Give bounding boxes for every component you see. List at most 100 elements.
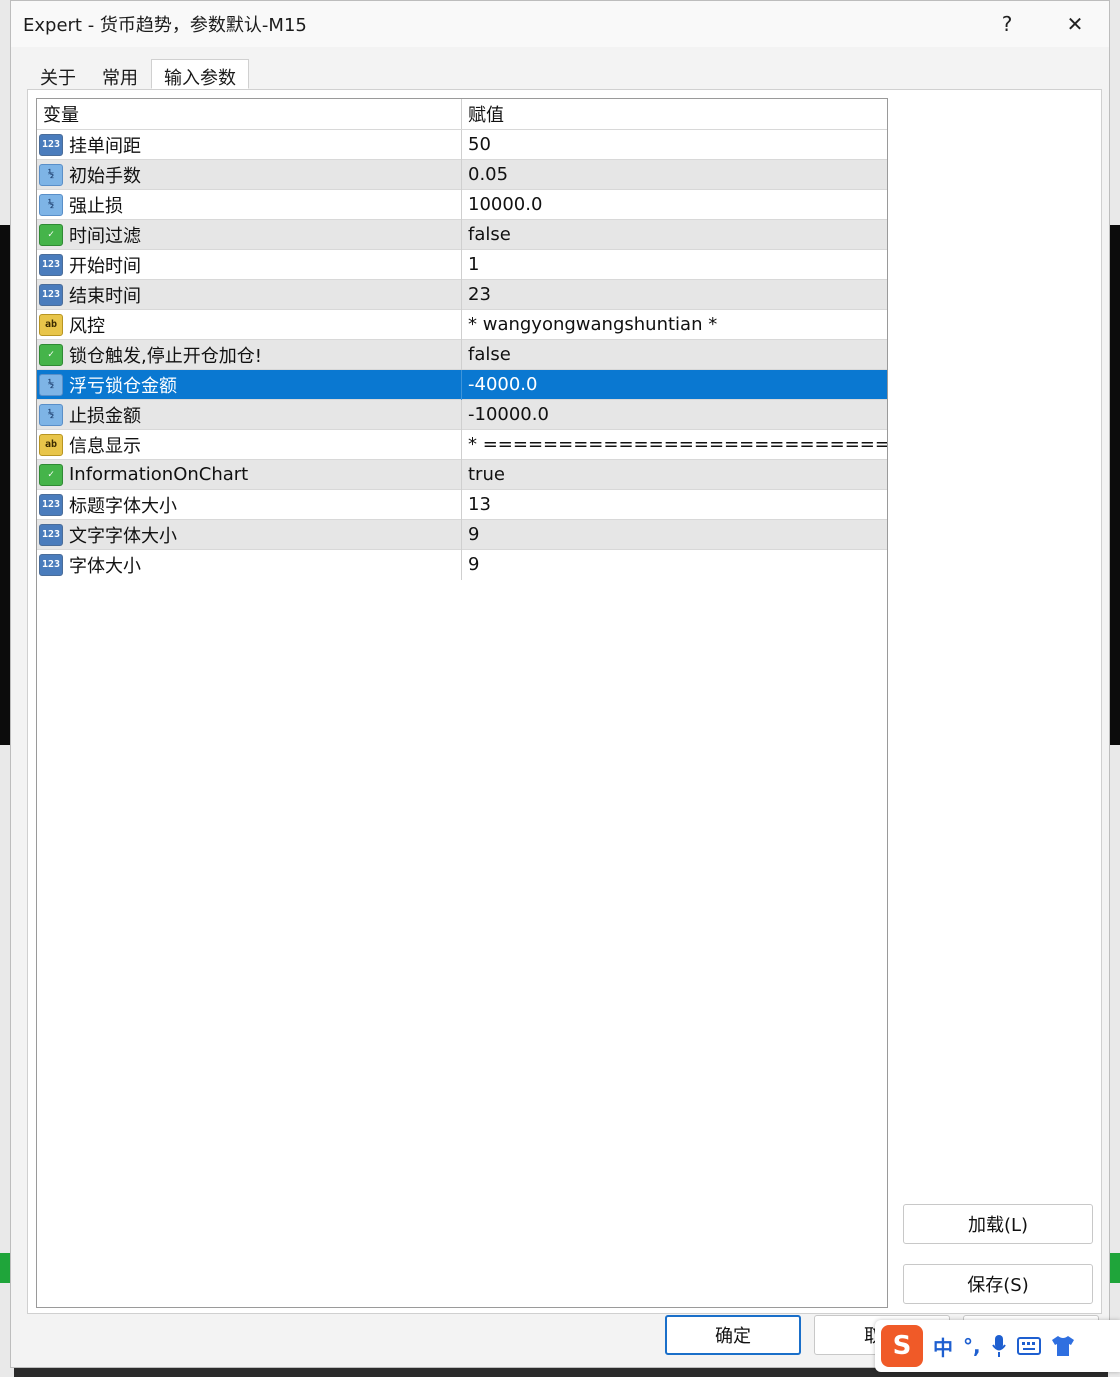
parameter-name: 信息显示 [69,435,141,457]
parameter-value-cell[interactable]: 50 [462,130,887,160]
inputs-tab-panel: 变量 赋值 123 挂单间距 50 ½ 初始手数 0.05 ½ 强止损 10000.0 ✓ 时间过滤… [27,89,1102,1314]
parameter-name-cell[interactable]: ½ 强止损 [37,189,462,220]
parameter-value-cell[interactable]: true [462,460,887,490]
string-type-icon: ab [39,433,63,456]
column-header-value[interactable]: 赋值 [462,99,887,129]
parameter-name-cell[interactable]: ½ 浮亏锁仓金额 [37,369,462,400]
parameter-value-cell[interactable]: 10000.0 [462,190,887,220]
parameter-row[interactable]: ½ 初始手数 0.05 [37,159,887,190]
parameter-name: 锁仓触发,停止开仓加仓! [69,345,262,367]
column-header-variable[interactable]: 变量 [37,99,462,129]
parameter-value-cell[interactable]: 23 [462,280,887,310]
parameter-name: 风控 [69,315,105,337]
parameter-name-cell[interactable]: 123 结束时间 [37,279,462,310]
parameter-name-cell[interactable]: 123 文字字体大小 [37,519,462,550]
parameter-name-cell[interactable]: ab 风控 [37,309,462,340]
integer-type-icon: 123 [39,523,63,546]
parameter-value-cell[interactable]: * wangyongwangshuntian * [462,310,887,340]
double-type-icon: ½ [39,163,63,186]
parameter-name: InformationOnChart [69,464,249,485]
parameter-row[interactable]: ½ 浮亏锁仓金额 -4000.0 [37,369,887,400]
title-bar: Expert - 货币趋势，参数默认-M15 ? ✕ [11,1,1109,47]
parameter-row[interactable]: ✓ 时间过滤 false [37,219,887,250]
parameter-name: 挂单间距 [69,135,141,157]
parameter-row[interactable]: ab 风控 * wangyongwangshuntian * [37,309,887,340]
parameter-value-cell[interactable]: -4000.0 [462,370,887,400]
parameter-name-cell[interactable]: ✓ InformationOnChart [37,459,462,490]
skin-shirt-icon[interactable] [1051,1335,1075,1357]
ok-button[interactable]: 确定 [665,1315,801,1355]
grid-rows: 123 挂单间距 50 ½ 初始手数 0.05 ½ 强止损 10000.0 ✓ 时间过滤 false 1… [37,129,887,580]
double-type-icon: ½ [39,193,63,216]
parameter-name: 结束时间 [69,285,141,307]
parameter-value-cell[interactable]: false [462,220,887,250]
parameter-name: 文字字体大小 [69,525,177,547]
parameter-row[interactable]: 123 挂单间距 50 [37,129,887,160]
parameter-name-cell[interactable]: 123 字体大小 [37,549,462,580]
parameter-name: 时间过滤 [69,225,141,247]
parameter-name-cell[interactable]: ✓ 时间过滤 [37,219,462,250]
parameter-row[interactable]: 123 结束时间 23 [37,279,887,310]
string-type-icon: ab [39,313,63,336]
save-button[interactable]: 保存(S) [903,1264,1093,1304]
parameter-row[interactable]: 123 字体大小 9 [37,549,887,580]
parameter-name: 初始手数 [69,165,141,187]
parameter-row[interactable]: ½ 强止损 10000.0 [37,189,887,220]
integer-type-icon: 123 [39,553,63,576]
bool-type-icon: ✓ [39,343,63,366]
double-type-icon: ½ [39,373,63,396]
parameter-name: 强止损 [69,195,123,217]
parameter-row[interactable]: 123 标题字体大小 13 [37,489,887,520]
expert-properties-dialog: Expert - 货币趋势，参数默认-M15 ? ✕ 关于 常用 输入参数 变量… [10,0,1110,1368]
parameter-value-cell[interactable]: -10000.0 [462,400,887,430]
parameter-row[interactable]: ab 信息显示 * ==============================..… [37,429,887,460]
parameter-name: 开始时间 [69,255,141,277]
integer-type-icon: 123 [39,253,63,276]
tab-common[interactable]: 常用 [89,59,151,89]
parameter-row[interactable]: 123 文字字体大小 9 [37,519,887,550]
double-type-icon: ½ [39,403,63,426]
parameter-row[interactable]: ✓ InformationOnChart true [37,459,887,490]
parameter-row[interactable]: ½ 止损金额 -10000.0 [37,399,887,430]
ime-punctuation-toggle[interactable]: °, [963,1334,981,1358]
parameters-grid: 变量 赋值 123 挂单间距 50 ½ 初始手数 0.05 ½ 强止损 10000.0 ✓ 时间过滤… [36,98,888,1308]
grid-header: 变量 赋值 [37,99,887,129]
bool-type-icon: ✓ [39,223,63,246]
ime-toolbar: S 中 °, [875,1320,1120,1372]
parameter-row[interactable]: ✓ 锁仓触发,停止开仓加仓! false [37,339,887,370]
parameter-name-cell[interactable]: ½ 止损金额 [37,399,462,430]
parameter-value-cell[interactable]: false [462,340,887,370]
parameter-name: 标题字体大小 [69,495,177,517]
load-button[interactable]: 加载(L) [903,1204,1093,1244]
parameter-value-cell[interactable]: 0.05 [462,160,887,190]
help-button[interactable]: ? [973,1,1041,47]
integer-type-icon: 123 [39,133,63,156]
ime-mode-toggle[interactable]: 中 [933,1332,953,1361]
close-button[interactable]: ✕ [1041,1,1109,47]
parameter-value-cell[interactable]: 9 [462,520,887,550]
tab-strip: 关于 常用 输入参数 [27,59,249,89]
parameter-value-cell[interactable]: 13 [462,490,887,520]
bool-type-icon: ✓ [39,463,63,486]
sogou-logo-icon[interactable]: S [881,1325,923,1367]
parameter-name-cell[interactable]: ½ 初始手数 [37,159,462,190]
integer-type-icon: 123 [39,283,63,306]
keyboard-icon[interactable] [1016,1337,1041,1355]
tab-inputs[interactable]: 输入参数 [151,59,249,89]
window-title: Expert - 货币趋势，参数默认-M15 [23,15,307,36]
parameter-name-cell[interactable]: 123 挂单间距 [37,129,462,160]
parameter-value-cell[interactable]: 9 [462,550,887,580]
parameter-name-cell[interactable]: 123 开始时间 [37,249,462,280]
parameter-name-cell[interactable]: 123 标题字体大小 [37,489,462,520]
microphone-icon[interactable] [991,1334,1007,1358]
integer-type-icon: 123 [39,493,63,516]
parameter-value-cell[interactable]: 1 [462,250,887,280]
parameter-name: 止损金额 [69,405,141,427]
parameter-name: 浮亏锁仓金额 [69,375,177,397]
parameter-name-cell[interactable]: ab 信息显示 [37,429,462,460]
parameter-name-cell[interactable]: ✓ 锁仓触发,停止开仓加仓! [37,339,462,370]
parameter-name: 字体大小 [69,555,141,577]
tab-about[interactable]: 关于 [27,59,89,89]
parameter-value-cell[interactable]: * ==============================... [462,430,887,460]
parameter-row[interactable]: 123 开始时间 1 [37,249,887,280]
